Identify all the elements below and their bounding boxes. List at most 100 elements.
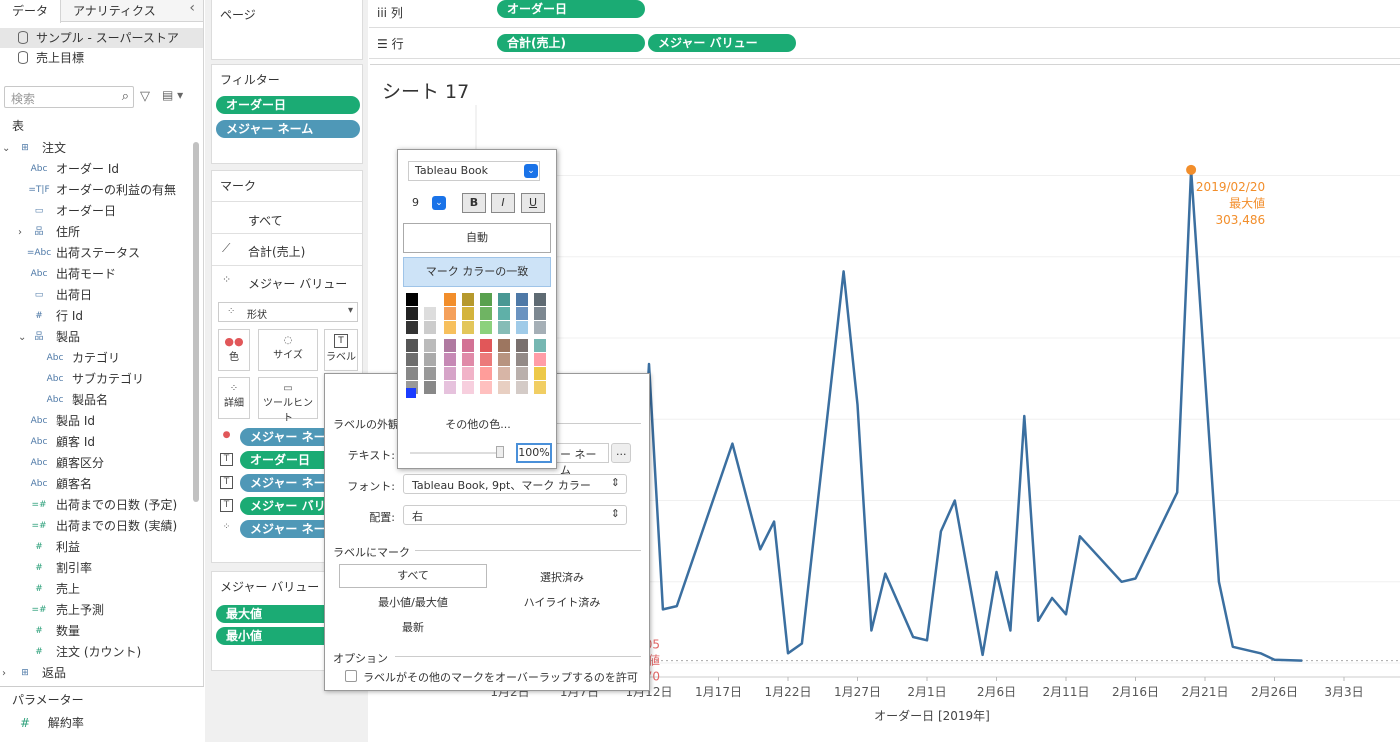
marks-sum-sales[interactable]: ⟋ 合計(売上) — [212, 233, 362, 263]
color-swatch[interactable] — [516, 367, 528, 380]
color-button[interactable]: ●● 色 — [218, 329, 250, 371]
color-swatch[interactable] — [498, 307, 510, 320]
color-swatch[interactable] — [498, 321, 510, 334]
color-swatch[interactable] — [406, 321, 418, 334]
field-item[interactable]: Abc サブカテゴリ — [0, 369, 196, 390]
max-value-marker[interactable] — [1186, 164, 1197, 175]
folder-item[interactable]: ⌄ 品製品 — [0, 327, 196, 348]
field-item[interactable]: # 注文 (カウント) — [0, 642, 196, 663]
match-mark-color-button[interactable]: マーク カラーの一致 — [403, 257, 551, 287]
font-family-select[interactable]: Tableau Book — [408, 161, 540, 181]
color-swatch[interactable] — [534, 293, 546, 306]
opacity-slider-handle[interactable] — [496, 446, 504, 458]
color-swatch[interactable] — [444, 321, 456, 334]
detail-button[interactable]: ⁘ 詳細 — [218, 377, 250, 419]
italic-button[interactable]: I — [491, 193, 515, 213]
tooltip-button[interactable]: ▭ ツールヒント — [258, 377, 318, 424]
opacity-input[interactable]: 100% — [516, 443, 552, 463]
field-item[interactable]: =# 出荷までの日数 (予定) — [0, 495, 196, 516]
label-button[interactable]: T ラベル — [324, 329, 358, 371]
pages-card[interactable]: ページ — [211, 0, 363, 60]
text-field[interactable]: ー ネーム — [551, 443, 609, 477]
color-swatch[interactable] — [406, 367, 418, 380]
field-item[interactable]: =# 出荷までの日数 (実績) — [0, 516, 196, 537]
color-swatch[interactable] — [516, 381, 528, 394]
color-swatch[interactable] — [444, 307, 456, 320]
expand-chevron-icon[interactable]: › — [2, 663, 6, 684]
color-swatch[interactable] — [516, 307, 528, 320]
field-item[interactable]: Abc オーダー Id — [0, 159, 196, 180]
more-colors-link[interactable]: その他の色... — [398, 416, 558, 432]
color-swatch[interactable] — [444, 367, 456, 380]
field-item[interactable]: =T|F オーダーの利益の有無 — [0, 180, 196, 201]
color-swatch[interactable] — [462, 293, 474, 306]
tab-data[interactable]: データ — [0, 0, 62, 23]
expand-chevron-icon[interactable]: ⌄ — [2, 138, 10, 159]
color-swatch[interactable] — [516, 353, 528, 366]
color-swatch[interactable] — [480, 307, 492, 320]
color-swatch[interactable] — [534, 307, 546, 320]
color-swatch[interactable] — [462, 339, 474, 352]
color-swatch[interactable] — [498, 339, 510, 352]
color-swatch[interactable] — [444, 293, 456, 306]
color-swatch[interactable] — [498, 381, 510, 394]
label-marks-all[interactable]: すべて — [339, 564, 487, 588]
selected-color-swatch[interactable] — [406, 388, 416, 398]
field-item[interactable]: # 行 Id — [0, 306, 196, 327]
view-options-icon[interactable]: ▤ ▾ — [162, 88, 183, 102]
color-swatch[interactable] — [534, 353, 546, 366]
overlap-checkbox[interactable] — [345, 670, 357, 682]
color-swatch[interactable] — [406, 307, 418, 320]
mark-type-dropdown[interactable]: ⁘ 形状 ▾ — [218, 302, 358, 322]
filter-pill[interactable]: オーダー日 — [216, 96, 360, 114]
field-item[interactable]: Abc 出荷モード — [0, 264, 196, 285]
field-item[interactable]: Abc 顧客 Id — [0, 432, 196, 453]
color-swatch[interactable] — [516, 293, 528, 306]
color-swatch[interactable] — [498, 293, 510, 306]
marks-all[interactable]: すべて — [212, 201, 362, 231]
field-item[interactable]: # 数量 — [0, 621, 196, 642]
color-swatch[interactable] — [424, 321, 436, 334]
color-swatch[interactable] — [406, 353, 418, 366]
field-item[interactable]: =# 売上予測 — [0, 600, 196, 621]
rows-pill[interactable]: 合計(売上) — [497, 34, 645, 52]
columns-pill[interactable]: オーダー日 — [497, 0, 645, 18]
color-swatch[interactable] — [534, 381, 546, 394]
color-swatch[interactable] — [480, 339, 492, 352]
expand-chevron-icon[interactable]: › — [18, 222, 22, 243]
columns-shelf[interactable]: iii 列 オーダー日 — [369, 0, 1400, 28]
opacity-slider[interactable] — [410, 452, 502, 454]
field-item[interactable]: Abc 顧客名 — [0, 474, 196, 495]
table-item[interactable]: ⌄ ⊞ 注文 — [0, 138, 196, 159]
filter-pill[interactable]: メジャー ネーム — [216, 120, 360, 138]
color-swatch[interactable] — [424, 339, 436, 352]
color-swatch[interactable] — [498, 367, 510, 380]
field-item[interactable]: # 割引率 — [0, 558, 196, 579]
chevron-left-icon[interactable]: ‹ — [181, 0, 203, 21]
label-marks-most-recent[interactable]: 最新 — [339, 619, 487, 635]
parameter-item[interactable]: # 解約率 — [0, 712, 204, 733]
marks-measure-values[interactable]: ⁘ メジャー バリュー — [212, 265, 362, 295]
label-marks-highlighted[interactable]: ハイライト済み — [495, 594, 629, 610]
filter-icon[interactable]: ▽ — [140, 89, 150, 104]
field-item[interactable]: Abc 顧客区分 — [0, 453, 196, 474]
chevron-down-icon[interactable]: ⌄ — [524, 164, 538, 178]
color-swatch[interactable] — [534, 339, 546, 352]
rows-shelf[interactable]: ☰ 行 合計(売上) メジャー バリュー — [369, 31, 1400, 59]
color-swatch[interactable] — [444, 339, 456, 352]
color-swatch[interactable] — [462, 367, 474, 380]
field-item[interactable]: Abc カテゴリ — [0, 348, 196, 369]
color-swatch[interactable] — [480, 293, 492, 306]
underline-button[interactable]: U — [521, 193, 545, 213]
color-swatch[interactable] — [534, 321, 546, 334]
auto-color-button[interactable]: 自動 — [403, 223, 551, 253]
field-item[interactable]: ▭ オーダー日 — [0, 201, 196, 222]
color-swatch[interactable] — [444, 381, 456, 394]
color-swatch[interactable] — [480, 367, 492, 380]
rows-pill[interactable]: メジャー バリュー — [648, 34, 796, 52]
text-edit-button[interactable]: ... — [611, 443, 631, 463]
color-swatch[interactable] — [424, 307, 436, 320]
field-item[interactable]: # 利益 — [0, 537, 196, 558]
font-select[interactable]: Tableau Book, 9pt、マーク カラー ⇕ — [403, 474, 627, 494]
color-swatch[interactable] — [480, 321, 492, 334]
